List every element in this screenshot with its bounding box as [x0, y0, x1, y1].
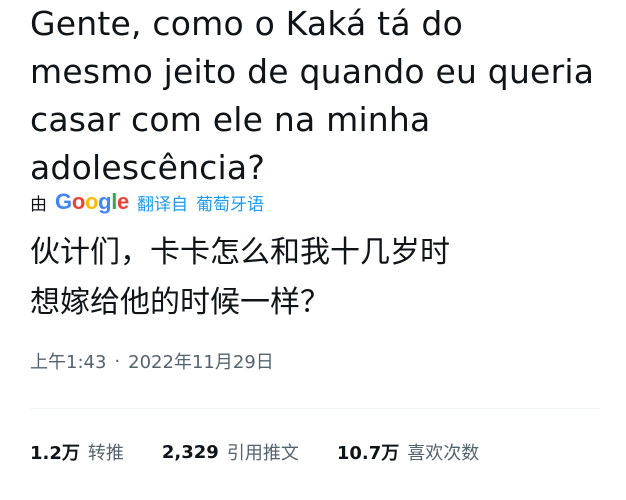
- likes-stat[interactable]: 10.7万 喜欢次数: [337, 439, 479, 465]
- tweet-date[interactable]: 2022年11月29日: [128, 348, 274, 374]
- tweet-timestamp[interactable]: 上午1:43 · 2022年11月29日: [30, 348, 274, 374]
- quote-tweets-stat[interactable]: 2,329 引用推文: [162, 439, 299, 465]
- tweet-original-text: Gente, como o Kaká tá do mesmo jeito de …: [30, 4, 595, 187]
- likes-label[interactable]: 喜欢次数: [407, 439, 479, 465]
- divider: [30, 408, 600, 409]
- translation-attribution: 由 Google 翻译自 葡萄牙语: [30, 186, 264, 218]
- timestamp-separator: ·: [114, 350, 121, 372]
- tweet-stats: 1.2万 转推 2,329 引用推文 10.7万 喜欢次数: [30, 436, 479, 468]
- likes-count[interactable]: 10.7万: [337, 439, 399, 465]
- retweets-label[interactable]: 转推: [88, 439, 124, 465]
- retweets-count[interactable]: 1.2万: [30, 439, 80, 465]
- google-logo: Google: [55, 189, 129, 214]
- tweet-detail: Gente, como o Kaká tá do mesmo jeito de …: [0, 0, 626, 500]
- quote-tweets-label[interactable]: 引用推文: [227, 439, 299, 465]
- source-language-link[interactable]: 葡萄牙语: [196, 190, 264, 215]
- tweet-translated-text: 伙计们，卡卡怎么和我十几岁时 想嫁给他的时候一样？: [30, 235, 450, 320]
- quote-tweets-count[interactable]: 2,329: [162, 442, 219, 463]
- retweets-stat[interactable]: 1.2万 转推: [30, 439, 124, 465]
- tweet-time[interactable]: 上午1:43: [30, 348, 106, 374]
- translation-by-label: 由: [30, 194, 47, 215]
- translated-from-link[interactable]: 翻译自: [137, 190, 188, 215]
